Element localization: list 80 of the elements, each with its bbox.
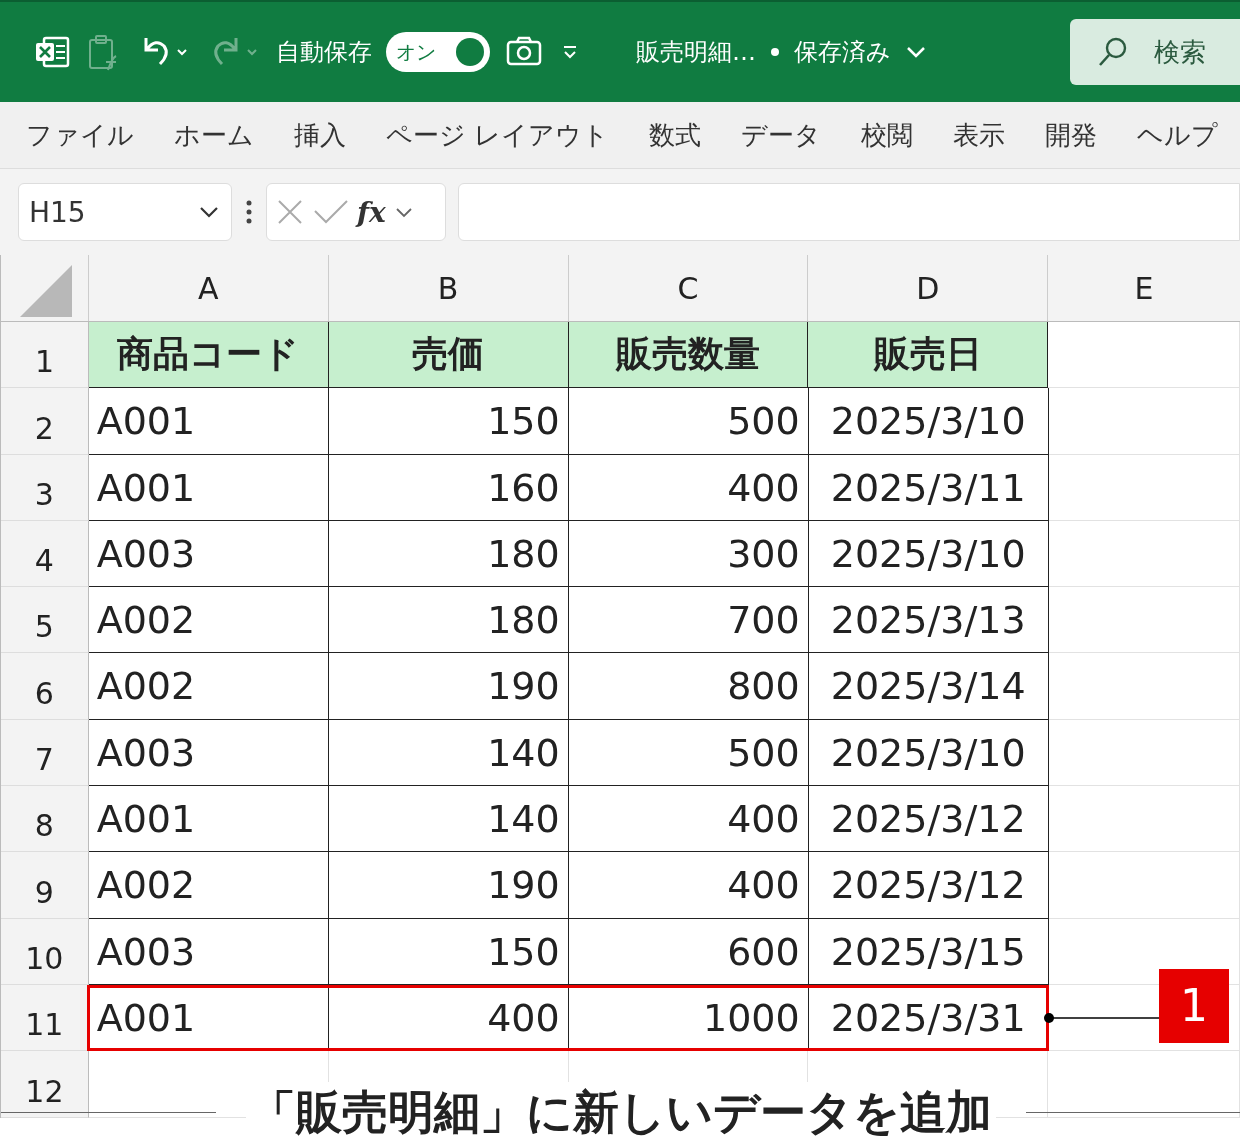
separator-dot-icon <box>770 47 780 57</box>
table-cell: 2025/3/10 <box>808 719 1049 787</box>
table-cell: A001 <box>88 786 329 853</box>
row-header[interactable]: 5 <box>1 587 89 654</box>
table-cell: 400 <box>568 852 809 919</box>
ribbon-tab[interactable]: ホーム <box>174 117 254 153</box>
row-header[interactable]: 6 <box>1 653 89 720</box>
callout-number: 1 <box>1159 968 1229 1043</box>
row-header[interactable]: 10 <box>1 918 89 985</box>
autosave-toggle[interactable]: オン <box>386 32 490 72</box>
ribbon-tab[interactable]: ファイル <box>26 117 134 153</box>
row-header[interactable]: 9 <box>1 852 89 919</box>
table-cell: 190 <box>328 653 569 720</box>
table-cell: 2025/3/12 <box>808 786 1049 853</box>
table-cell: 2025/3/14 <box>808 653 1049 720</box>
table-cell: 800 <box>568 653 809 720</box>
ribbon-tab[interactable]: 表示 <box>953 117 1006 153</box>
table-cell: 2025/3/13 <box>808 587 1049 654</box>
column-header[interactable]: C <box>568 255 809 321</box>
name-box[interactable]: H15 <box>18 183 232 241</box>
table-cell: A003 <box>88 918 329 985</box>
table-cell: A002 <box>88 653 329 720</box>
insert-function-button[interactable]: fx <box>357 195 386 229</box>
table-cell: 140 <box>328 786 569 853</box>
column-header[interactable]: E <box>1048 255 1240 321</box>
save-status[interactable]: 保存済み <box>794 36 891 68</box>
table-cell: 2025/3/12 <box>808 852 1049 919</box>
table-cell: 140 <box>328 719 569 787</box>
table-cell: A002 <box>88 587 329 654</box>
header-cell: 販売数量 <box>568 322 809 389</box>
row-header[interactable]: 1 <box>1 322 89 389</box>
column-header[interactable]: A <box>88 255 329 321</box>
ribbon-tab[interactable]: データ <box>741 117 822 153</box>
header-cell: 販売日 <box>808 322 1049 389</box>
row-header[interactable]: 8 <box>1 786 89 853</box>
header-cell: 売価 <box>328 322 569 389</box>
file-name[interactable]: 販売明細… <box>636 36 756 68</box>
ribbon-tab[interactable]: ページ レイアウト <box>386 117 610 153</box>
table-cell: A001 <box>88 984 329 1052</box>
search-field[interactable]: 検索 <box>1070 19 1240 85</box>
column-header[interactable]: B <box>328 255 569 321</box>
table-cell: 400 <box>328 984 569 1052</box>
table-cell: 1000 <box>568 984 809 1052</box>
table-cell: 190 <box>328 852 569 919</box>
table-cell: 500 <box>568 388 809 455</box>
ribbon-tab[interactable]: 開発 <box>1045 117 1098 153</box>
row-header[interactable]: 3 <box>1 454 89 521</box>
row-header[interactable]: 2 <box>1 388 89 455</box>
table-cell: 160 <box>328 454 569 521</box>
table-cell: 500 <box>568 719 809 787</box>
table-cell: A001 <box>88 388 329 455</box>
table-cell: 400 <box>568 454 809 521</box>
table-cell: 2025/3/10 <box>808 388 1049 455</box>
table-cell: 700 <box>568 587 809 654</box>
column-header[interactable]: D <box>808 255 1049 321</box>
autosave-label: 自動保存 <box>276 37 372 68</box>
table-cell: 2025/3/15 <box>808 918 1049 985</box>
row-header[interactable]: 11 <box>1 984 89 1052</box>
row-header[interactable]: 12 <box>1 1051 89 1118</box>
table-cell: 300 <box>568 520 809 588</box>
table-cell: 180 <box>328 520 569 588</box>
table-cell: A003 <box>88 719 329 787</box>
row-header[interactable]: 7 <box>1 719 89 787</box>
ribbon-tab[interactable]: ヘルプ <box>1137 117 1219 153</box>
row-header[interactable]: 4 <box>1 520 89 588</box>
ribbon-tab[interactable]: 校閲 <box>861 117 914 153</box>
table-cell: 2025/3/10 <box>808 520 1049 588</box>
ribbon-tab[interactable]: 挿入 <box>294 117 346 153</box>
table-cell: A002 <box>88 852 329 919</box>
table-cell: 150 <box>328 918 569 985</box>
table-cell: A001 <box>88 454 329 521</box>
table-cell: 180 <box>328 587 569 654</box>
header-cell: 商品コード <box>88 322 329 389</box>
table-cell: 600 <box>568 918 809 985</box>
table-cell: 400 <box>568 786 809 853</box>
table-cell: 150 <box>328 388 569 455</box>
formula-input[interactable] <box>458 183 1240 241</box>
table-cell: A003 <box>88 520 329 588</box>
table-cell: 2025/3/11 <box>808 454 1049 521</box>
ribbon-tab[interactable]: 数式 <box>649 117 702 153</box>
